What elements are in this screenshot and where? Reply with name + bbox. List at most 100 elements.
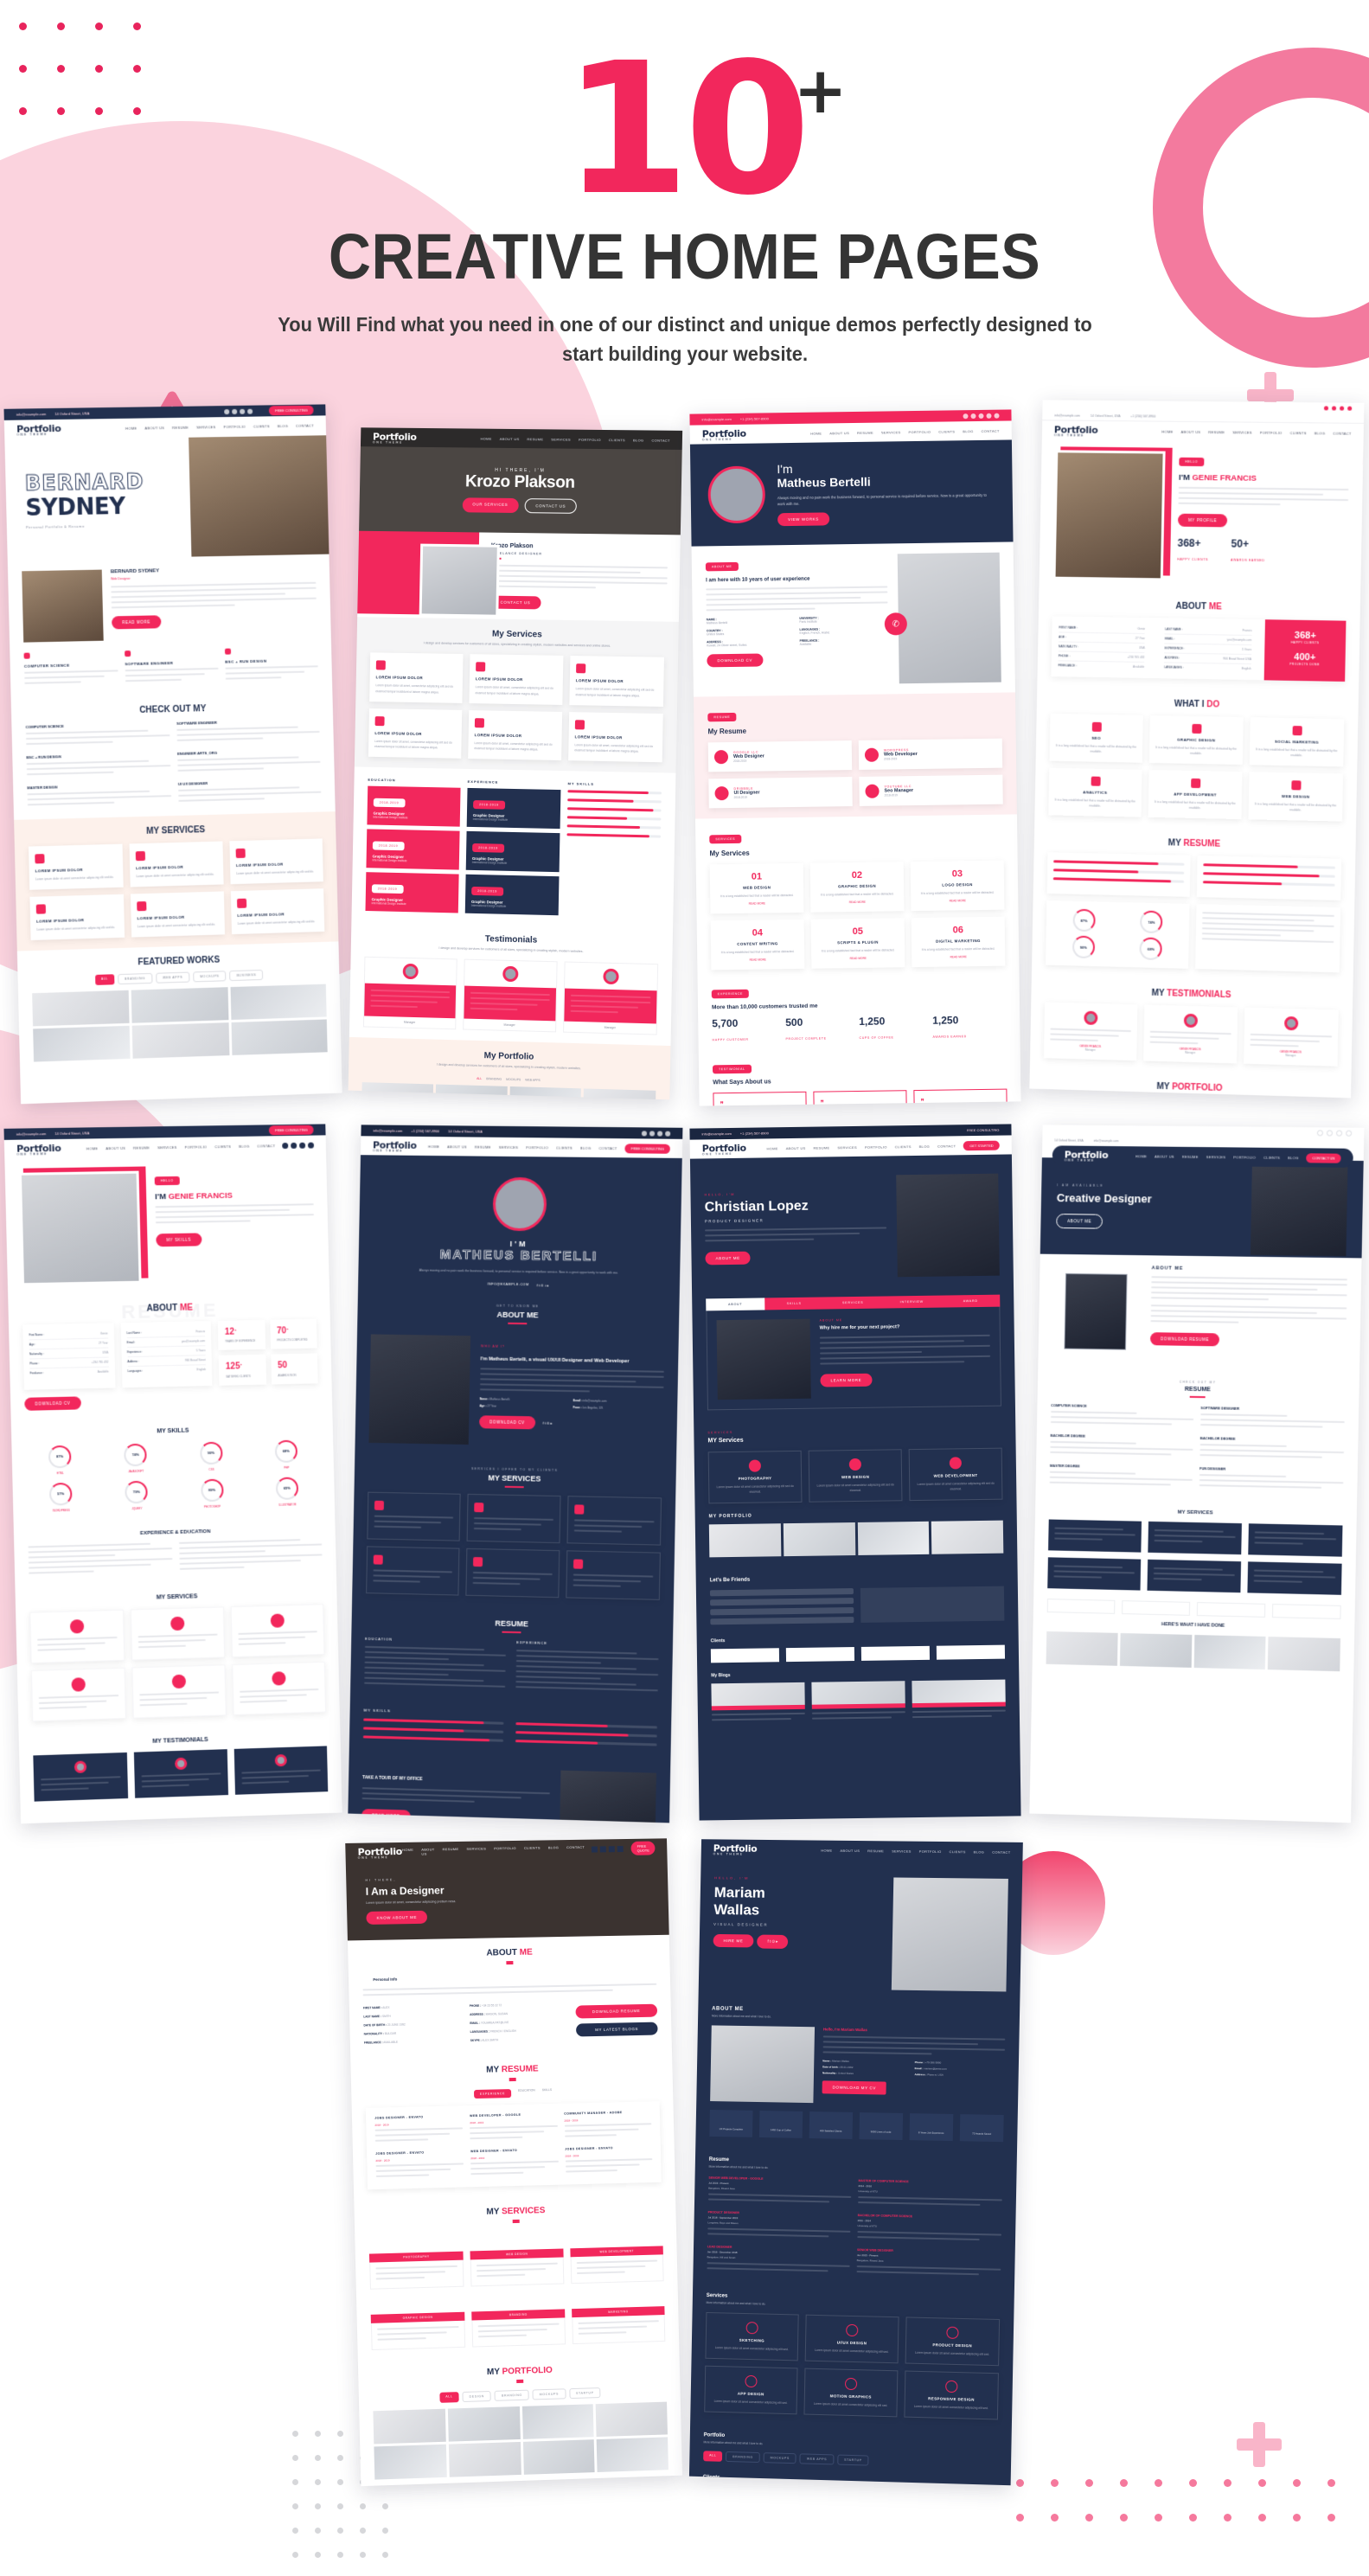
what-i-do-card[interactable]: APP DEVELOPMENT It is a long established … [1148, 769, 1243, 820]
brand-logo[interactable]: Portfolio ONE THEME [16, 1142, 61, 1156]
about-button[interactable]: READ MORE [111, 615, 161, 630]
tab-about[interactable]: ABOUT [705, 1298, 764, 1311]
service-card[interactable]: GRAPHIC DESIGN [370, 2294, 465, 2350]
portfolio-filters[interactable]: ALL DESIGN BRANDING MOCKUPS STARTUP [372, 2386, 666, 2406]
hero-button[interactable]: VIEW WORKS [777, 512, 829, 527]
hero-button[interactable]: MY SKILLS [155, 1233, 202, 1247]
demo-thumb-matheus-bertelli-dark[interactable]: info@example.com +1 (234) 567-8900 14 Oxfo… [347, 1125, 682, 1823]
portfolio-grid[interactable] [31, 984, 328, 1062]
service-card[interactable]: 05 SCRIPTS & PLUGIN It is a long establish… [810, 918, 905, 969]
service-card[interactable]: LOREM IPSUM DOLOR Lorem ipsum dolor sit a… [468, 654, 563, 705]
tab-skills[interactable]: SKILLS [541, 2088, 552, 2097]
hire-me-button[interactable]: HIRE ME [713, 1933, 753, 1948]
nav-menu[interactable]: HOME ABOUT US RESUME SERVICES PORTFOLIO CLIEN… [766, 1144, 956, 1150]
portfolio-grid[interactable] [361, 1081, 656, 1100]
service-card[interactable] [365, 1546, 459, 1596]
service-card[interactable]: PHOTOGRAPHY [368, 2233, 464, 2290]
service-card[interactable]: 01 WEB DESIGN It is a long established fac… [709, 862, 803, 914]
service-card[interactable]: LOREM IPSUM DOLOR Lorem ipsum dolor sit a… [28, 843, 124, 890]
phone-icon[interactable]: ✆ [884, 612, 907, 636]
service-card[interactable]: WEB DEVELOPMENT [569, 2227, 664, 2284]
service-card[interactable]: LOREM IPSUM DOLOR Lorem ipsum dolor sit a… [568, 656, 664, 707]
topbar-cta[interactable]: FREE CONSULTING [268, 405, 314, 416]
service-card[interactable]: WEB DESIGN [469, 2230, 564, 2287]
social-icons[interactable] [223, 408, 253, 414]
nav-cta[interactable]: GET STARTED [963, 1140, 1000, 1150]
blog-card[interactable] [710, 1682, 805, 1725]
resume-tabs[interactable]: EXPERIENCE EDUCATION SKILLS [365, 2086, 659, 2101]
hero-button[interactable]: KNOW ABOUT ME [365, 1910, 427, 1925]
nav-cta[interactable]: FREE CONSULTING [624, 1143, 670, 1154]
service-card[interactable]: 03 LOGO DESIGN It is a long established fa… [910, 860, 1004, 912]
blog-card[interactable] [911, 1679, 1006, 1722]
brand-logo[interactable]: Portfolio ONE THEME [372, 1139, 416, 1152]
tab-award[interactable]: AWARD [941, 1295, 1000, 1308]
nav-menu[interactable]: HOME ABOUT US RESUME SERVICES PORTFOLIO CLIEN… [86, 1144, 274, 1150]
topbar-cta[interactable]: FREE CONSULTING [268, 1125, 314, 1136]
service-card[interactable] [366, 1491, 461, 1541]
tab-services[interactable]: SERVICES [823, 1296, 882, 1309]
service-card[interactable]: LOREM IPSUM DOLOR Lorem ipsum dolor sit a… [129, 841, 224, 888]
download-cv-button[interactable]: DOWNLOAD CV [706, 653, 763, 668]
service-card[interactable] [464, 1548, 560, 1598]
demo-thumb-genie-francis[interactable]: info@example.com 14 Oxford Street, USA +… [1028, 400, 1364, 1099]
service-card[interactable]: WEB DESIGN Lorem ipsum dolor sit amet con… [808, 1449, 902, 1503]
portfolio-grid[interactable] [1046, 1631, 1340, 1672]
service-card[interactable]: RESPONSIVE DESIGN Lorem ipsum dolor sit a… [903, 2370, 999, 2420]
tab-experience[interactable]: EXPERIENCE [473, 2088, 511, 2099]
download-cv-button[interactable]: DOWNLOAD CV [478, 1415, 535, 1430]
nav-menu[interactable]: HOME ABOUT US RESUME SERVICES PORTFOLIO CLIEN… [401, 1845, 584, 1856]
service-card[interactable]: LOREM IPSUM DOLOR Lorem ipsum dolor sit a… [368, 652, 464, 703]
brand-logo[interactable]: Portfolio ONE THEME [357, 1845, 402, 1859]
nav-menu[interactable]: HOME ABOUT US RESUME SERVICES PORTFOLIO CLIEN… [125, 423, 314, 430]
service-card[interactable] [566, 1495, 662, 1546]
demo-thumb-genie-francis-two[interactable]: info@example.com 14 Oxford Street, USA FR… [3, 1124, 342, 1824]
service-card[interactable]: LOREM IPSUM DOLOR Lorem ipsum dolor sit a… [368, 708, 462, 759]
service-card[interactable] [1046, 1557, 1141, 1591]
service-card[interactable]: 06 DIGITAL MARKETING It is a long establis… [911, 916, 1005, 968]
what-i-do-card[interactable]: WEB DESIGN It is a long established fact … [1247, 772, 1343, 822]
service-card[interactable]: LOREM IPSUM DOLOR Lorem ipsum dolor sit a… [230, 888, 324, 935]
brand-logo[interactable]: Portfolio ONE THEME [701, 427, 745, 441]
hero-button[interactable]: ABOUT ME [704, 1251, 751, 1265]
what-i-do-card[interactable]: GRAPHIC DESIGN It is a long established f… [1148, 714, 1244, 766]
service-card[interactable] [1246, 1561, 1342, 1595]
friends-form[interactable] [709, 1588, 854, 1628]
service-card[interactable] [466, 1493, 561, 1543]
brand-logo[interactable]: Portfolio ONE THEME [1053, 424, 1097, 437]
nav-menu[interactable]: HOME ABOUT US RESUME SERVICES PORTFOLIO CLIEN… [810, 428, 1000, 435]
service-card[interactable]: APP DESIGN Lorem ipsum dolor sit amet con… [703, 2365, 798, 2415]
service-card[interactable] [131, 1663, 227, 1719]
demo-thumb-creative-designer[interactable]: 14 Oxford Street, USA info@example.com P… [1028, 1125, 1364, 1823]
hero-button[interactable]: ABOUT ME [1055, 1213, 1103, 1229]
service-card[interactable]: SKETCHING Lorem ipsum dolor sit amet cons… [704, 2312, 799, 2361]
download-resume-button[interactable]: DOWNLOAD RESUME [1149, 1332, 1219, 1347]
brand-logo[interactable]: Portfolio ONE THEME [372, 431, 416, 444]
service-card[interactable] [230, 1603, 324, 1657]
what-i-do-card[interactable]: ANALYTICS It is a long established fact t… [1047, 767, 1142, 817]
tab-skills[interactable]: SKILLS [764, 1297, 823, 1310]
brand-logo[interactable]: Portfolio ONE THEME [701, 1142, 745, 1156]
download-cv-button[interactable]: DOWNLOAD CV [23, 1395, 81, 1411]
demo-thumb-matheus-bertelli[interactable]: info@example.com +1 (234) 567-8900 Portf… [688, 409, 1021, 1106]
brand-logo[interactable]: Portfolio ONE THEME [1064, 1149, 1108, 1162]
service-card[interactable]: LOREM IPSUM DOLOR Lorem ipsum dolor sit a… [228, 838, 323, 885]
service-card[interactable]: LOREM IPSUM DOLOR Lorem ipsum dolor sit a… [29, 894, 125, 941]
what-i-do-card[interactable]: SOCIAL MARKETING It is a long established… [1249, 717, 1344, 767]
nav-cta[interactable]: FREE QUOTE [630, 1841, 656, 1855]
portfolio-filters[interactable]: ALLBRANDINGMOCKUPSWEB APPSSTARTUP [702, 2451, 997, 2470]
service-card[interactable]: MOTION GRAPHICS Lorem ipsum dolor sit ame… [803, 2368, 898, 2418]
service-card[interactable]: LOREM IPSUM DOLOR Lorem ipsum dolor sit a… [467, 709, 562, 760]
hero-button[interactable]: MY PROFILE [1177, 513, 1227, 528]
hero-contact[interactable]: INFO@EXAMPLE.COM f t ⊙ ♪ ▸ [371, 1280, 665, 1289]
tab-interview[interactable]: INTERVIEW [882, 1295, 941, 1308]
brand-logo[interactable]: Portfolio ONE THEME [16, 422, 61, 436]
service-card[interactable]: PRODUCT DESIGN Lorem ipsum dolor sit amet… [905, 2316, 1000, 2367]
portfolio-grid[interactable] [372, 2401, 669, 2480]
service-card[interactable] [130, 1605, 225, 1661]
portfolio-grid[interactable] [708, 1520, 1003, 1558]
social-pill[interactable]: f t ⊙ ▸ [757, 1934, 789, 1949]
learn-more-button[interactable]: LEARN MORE [819, 1373, 872, 1387]
download-resume-button[interactable]: DOWNLOAD RESUME [574, 2003, 657, 2019]
service-card[interactable] [231, 1661, 326, 1715]
